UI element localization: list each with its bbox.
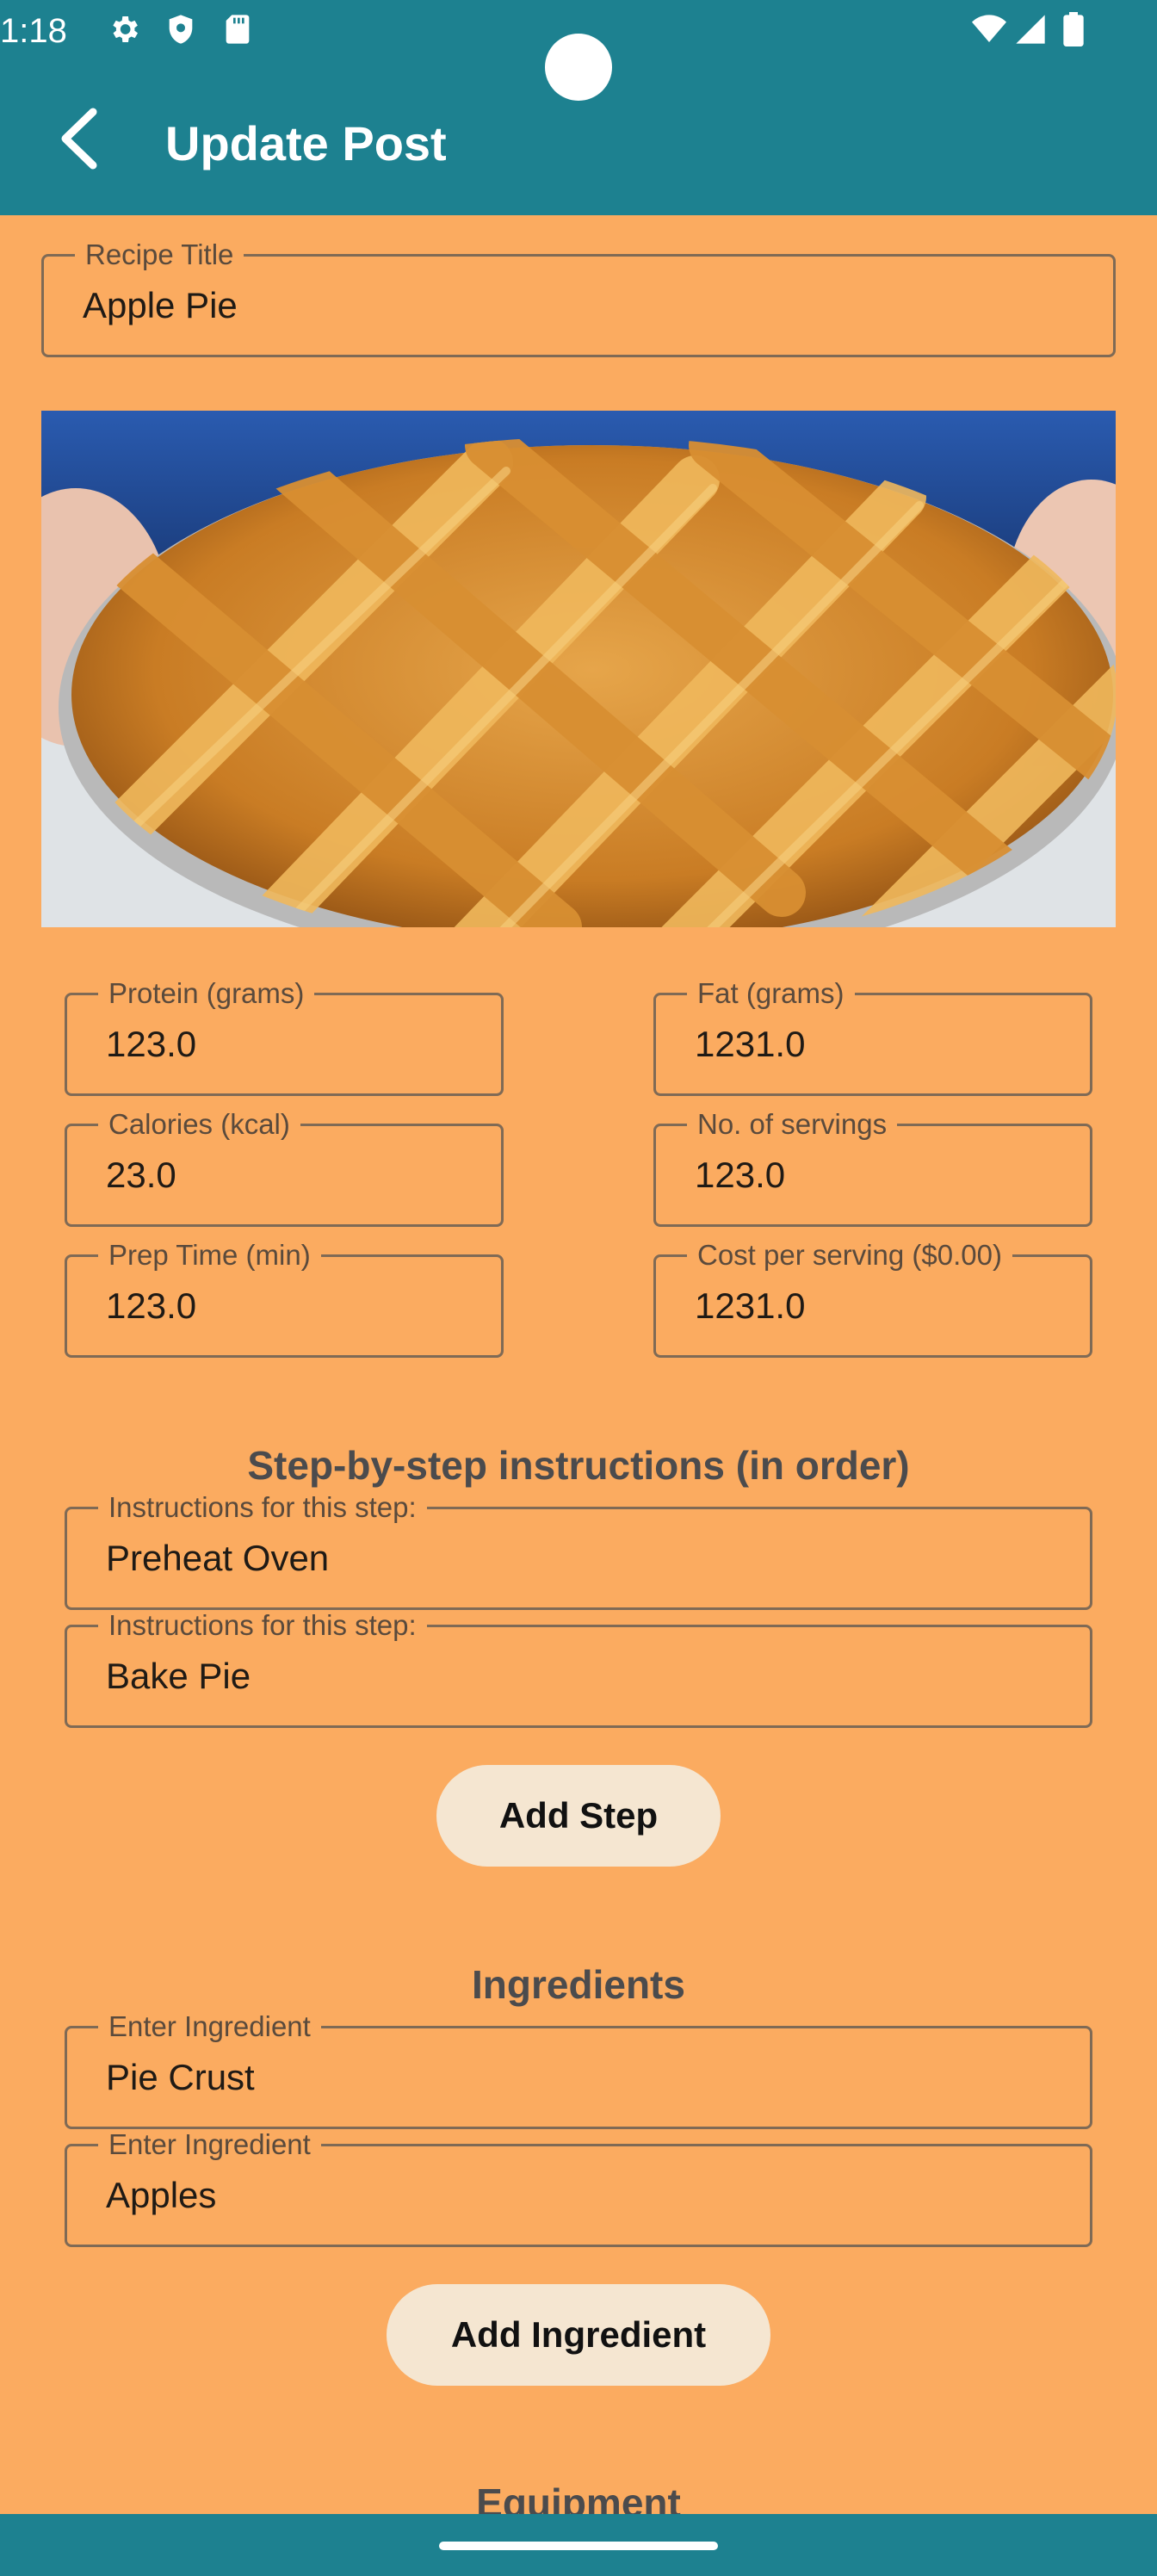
- fat-field[interactable]: Fat (grams) 1231.0: [653, 978, 1092, 1096]
- servings-field[interactable]: No. of servings 123.0: [653, 1109, 1092, 1227]
- instructions-heading: Step-by-step instructions (in order): [247, 1443, 910, 1488]
- screen: 1:18 Update Post Recipe Title Apple Pie: [0, 0, 1157, 2576]
- protein-field[interactable]: Protein (grams) 123.0: [65, 978, 504, 1096]
- recipe-title-value: Apple Pie: [83, 285, 238, 325]
- servings-value: 123.0: [695, 1155, 786, 1195]
- signal-icon: [1016, 15, 1045, 44]
- step-value: Preheat Oven: [106, 1538, 330, 1578]
- protein-value: 123.0: [106, 1024, 197, 1064]
- settings-icon: [113, 16, 138, 42]
- fat-value: 1231.0: [695, 1024, 806, 1064]
- ingredient-value: Apples: [106, 2175, 217, 2215]
- cost-field[interactable]: Cost per serving ($0.00) 1231.0: [653, 1240, 1092, 1358]
- ingredient-field[interactable]: Enter Ingredient Apples: [65, 2129, 1092, 2247]
- step-value: Bake Pie: [106, 1656, 251, 1696]
- page-title: Update Post: [165, 116, 447, 170]
- back-arrow-icon[interactable]: [45, 102, 119, 176]
- wifi-icon: [972, 15, 1006, 42]
- cost-value: 1231.0: [695, 1285, 806, 1326]
- recipe-title-field[interactable]: Recipe Title Apple Pie: [41, 239, 1116, 357]
- step-field[interactable]: Instructions for this step: Preheat Oven: [65, 1492, 1092, 1610]
- add-step-button[interactable]: Add Step: [436, 1765, 721, 1867]
- status-time: 1:18: [0, 12, 67, 50]
- add-ingredient-button[interactable]: Add Ingredient: [387, 2284, 770, 2386]
- calories-field[interactable]: Calories (kcal) 23.0: [65, 1109, 504, 1227]
- shield-icon: [169, 15, 193, 44]
- step-field[interactable]: Instructions for this step: Bake Pie: [65, 1610, 1092, 1728]
- camera-cutout: [545, 34, 612, 101]
- prep-time-value: 123.0: [106, 1285, 197, 1326]
- ingredient-field[interactable]: Enter Ingredient Pie Crust: [65, 2011, 1092, 2129]
- prep-time-field[interactable]: Prep Time (min) 123.0: [65, 1240, 504, 1358]
- recipe-image: [41, 411, 1116, 927]
- ingredient-value: Pie Crust: [106, 2057, 255, 2097]
- battery-icon: [1063, 12, 1084, 46]
- home-gesture-handle[interactable]: [439, 2542, 718, 2550]
- calories-value: 23.0: [106, 1155, 176, 1195]
- sd-card-icon: [226, 15, 250, 44]
- ingredients-heading: Ingredients: [472, 1962, 685, 2007]
